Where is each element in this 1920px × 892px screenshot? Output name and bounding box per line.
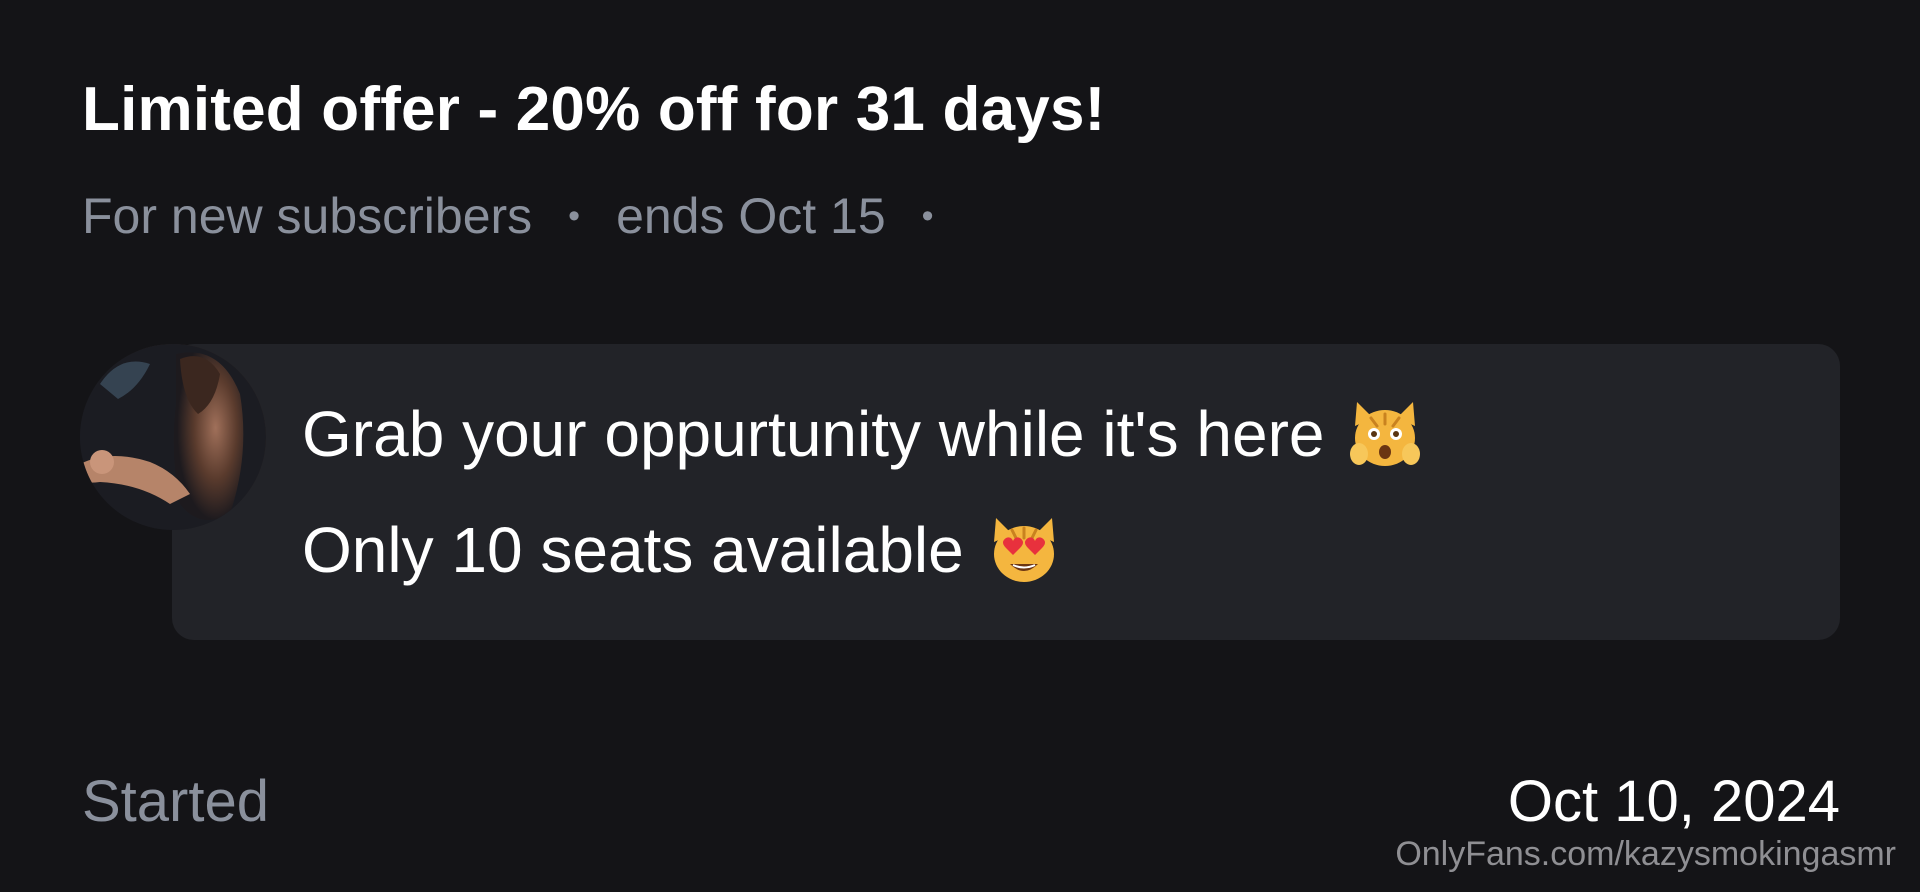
offer-meta: For new subscribers • ends Oct 15 • (82, 187, 934, 245)
message-bubble (172, 344, 1840, 640)
weary-cat-face-icon (1347, 396, 1423, 472)
message-line-1: Grab your oppurtunity while it's here (302, 396, 1423, 472)
offer-end-date: ends Oct 15 (616, 188, 886, 244)
message-text-2: Only 10 seats available (302, 514, 964, 586)
creator-avatar-icon (80, 344, 266, 530)
started-label: Started (82, 769, 269, 834)
message-text-1: Grab your oppurtunity while it's here (302, 398, 1325, 470)
offer-audience: For new subscribers (82, 188, 533, 244)
avatar[interactable] (80, 344, 266, 530)
meta-separator: • (921, 196, 934, 235)
offer-title: Limited offer - 20% off for 31 days! (82, 75, 1106, 144)
heart-eyes-cat-icon (986, 512, 1062, 588)
started-date: Oct 10, 2024 (1507, 769, 1840, 834)
meta-separator: • (568, 196, 581, 235)
watermark: OnlyFans.com/kazysmokingasmr (1395, 835, 1896, 873)
message-line-2: Only 10 seats available (302, 512, 1062, 588)
offer-card: Limited offer - 20% off for 31 days! For… (0, 0, 1920, 892)
